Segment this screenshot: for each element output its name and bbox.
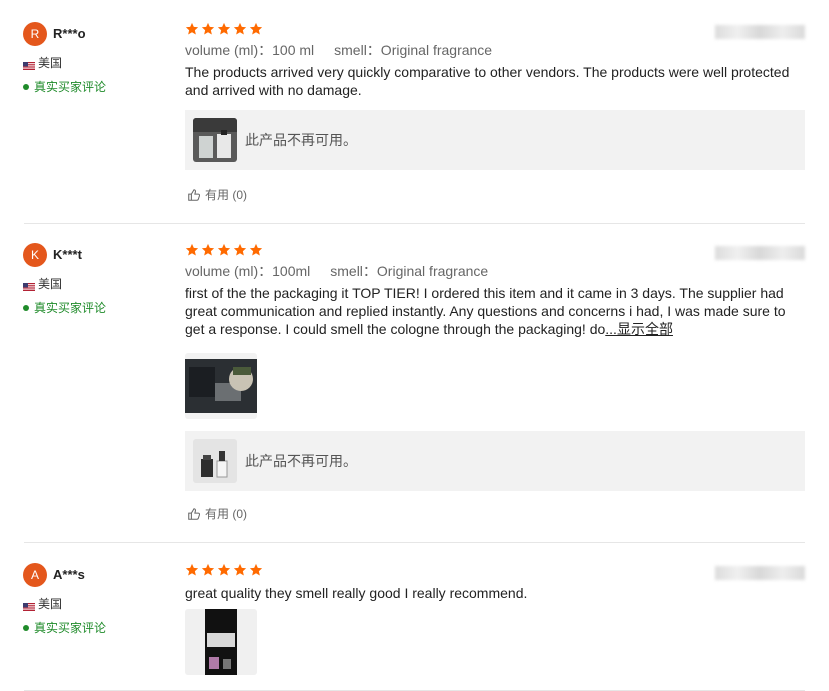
attr-volume: volume (ml)：100ml — [185, 263, 311, 279]
review-item: A A***s 美国 真实买家评论 great quality they sme… — [0, 563, 829, 691]
verified-dot-icon — [23, 624, 29, 631]
star-icon — [217, 563, 231, 576]
product-card[interactable]: 此产品不再可用。 — [185, 431, 805, 491]
verified-dot-icon — [23, 304, 29, 311]
us-flag-icon — [23, 280, 35, 291]
star-icon — [201, 22, 215, 35]
product-card[interactable]: 此产品不再可用。 — [185, 110, 805, 170]
star-icon — [233, 22, 247, 35]
us-flag-icon — [23, 59, 35, 70]
review-item: K K***t 美国 真实买家评论 volume (ml)：100ml smell… — [0, 243, 829, 543]
avatar: K — [23, 243, 47, 267]
thumbs-up-icon — [188, 188, 201, 201]
star-icon — [185, 243, 199, 256]
star-icon — [217, 22, 231, 35]
star-icon — [233, 243, 247, 256]
star-icon — [201, 243, 215, 256]
product-thumbnail — [193, 118, 237, 162]
review-body: great quality they smell really good I r… — [185, 563, 805, 675]
star-icon — [233, 563, 247, 576]
star-icon — [185, 22, 199, 35]
verified-badge: 真实买家评论 — [23, 299, 106, 316]
product-thumbnail — [193, 439, 237, 483]
reviewer-country: 美国 — [23, 54, 62, 71]
review-item: R R***o 美国 真实买家评论 volume (ml)：100 ml smel… — [0, 22, 829, 224]
review-attributes: volume (ml)：100ml smell：Original fragranc… — [185, 261, 805, 281]
rating-stars — [185, 22, 805, 38]
avatar: A — [23, 563, 47, 587]
review-text-content: first of the the packaging it TOP TIER! … — [185, 285, 786, 337]
star-icon — [249, 243, 263, 256]
review-body: volume (ml)：100 ml smell：Original fragran… — [185, 22, 805, 202]
review-text: first of the the packaging it TOP TIER! … — [185, 284, 805, 338]
thumbs-up-icon — [188, 507, 201, 520]
review-body: volume (ml)：100ml smell：Original fragranc… — [185, 243, 805, 521]
verified-label: 真实买家评论 — [34, 80, 107, 94]
helpful-count: 有用 (0) — [205, 507, 248, 521]
verified-label: 真实买家评论 — [34, 301, 107, 315]
attr-smell: smell：Original fragrance — [330, 263, 489, 279]
star-icon — [249, 563, 263, 576]
reviewer-info: K K***t 美国 真实买家评论 — [23, 243, 173, 315]
helpful-count: 有用 (0) — [205, 188, 248, 202]
country-label: 美国 — [38, 277, 63, 291]
reviewer-country: 美国 — [23, 275, 62, 292]
review-text: The products arrived very quickly compar… — [185, 64, 790, 98]
star-icon — [201, 563, 215, 576]
verified-label: 真实买家评论 — [34, 621, 107, 635]
reviewer-info: R R***o 美国 真实买家评论 — [23, 22, 173, 94]
review-attributes: volume (ml)：100 ml smell：Original fragran… — [185, 40, 805, 60]
star-icon — [217, 243, 231, 256]
rating-stars — [185, 243, 805, 259]
product-unavailable-text: 此产品不再可用。 — [245, 132, 357, 148]
reviewer-info: A A***s 美国 真实买家评论 — [23, 563, 173, 635]
helpful-button[interactable]: 有用 (0) — [187, 505, 247, 522]
country-label: 美国 — [38, 56, 63, 70]
show-more-link[interactable]: ...显示全部 — [605, 321, 673, 337]
helpful-button[interactable]: 有用 (0) — [187, 186, 247, 203]
reviewer-name: K***t — [53, 247, 82, 262]
star-icon — [185, 563, 199, 576]
attr-smell: smell：Original fragrance — [334, 42, 493, 58]
verified-badge: 真实买家评论 — [23, 619, 106, 636]
review-photo[interactable] — [185, 609, 257, 675]
reviewer-country: 美国 — [23, 595, 62, 612]
product-unavailable-text: 此产品不再可用。 — [245, 453, 357, 469]
verified-badge: 真实买家评论 — [23, 78, 106, 95]
verified-dot-icon — [23, 83, 29, 90]
reviewer-name: A***s — [53, 567, 85, 582]
review-photo[interactable] — [185, 353, 257, 419]
attr-volume: volume (ml)：100 ml — [185, 42, 315, 58]
us-flag-icon — [23, 600, 35, 611]
reviewer-name: R***o — [53, 26, 86, 41]
review-text: great quality they smell really good I r… — [185, 585, 528, 601]
country-label: 美国 — [38, 597, 63, 611]
star-icon — [249, 22, 263, 35]
avatar: R — [23, 22, 47, 46]
rating-stars — [185, 563, 805, 579]
